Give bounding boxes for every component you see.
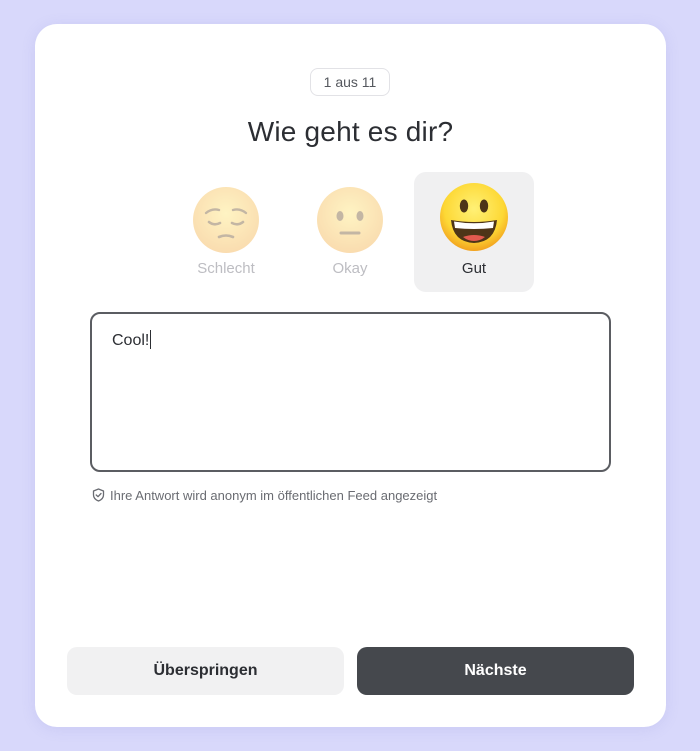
mood-label-schlecht: Schlecht xyxy=(197,260,255,277)
question-title: Wie geht es dir? xyxy=(247,116,454,147)
mood-option-okay[interactable]: Okay xyxy=(290,172,410,292)
mood-label-okay: Okay xyxy=(332,260,368,277)
mood-option-gut[interactable]: Gut xyxy=(414,172,534,292)
skip-button-label: Überspringen xyxy=(153,662,258,679)
anonymity-notice: Ihre Antwort wird anonym im öffentlichen… xyxy=(92,486,437,504)
anonymity-notice-text: Ihre Antwort wird anonym im öffentlichen… xyxy=(110,487,438,503)
mood-selector: Schlecht Okay Gut xyxy=(35,172,666,292)
response-textarea[interactable]: Cool! xyxy=(90,312,611,472)
grinning-face-icon xyxy=(440,183,508,251)
step-counter-text: 1 aus 11 xyxy=(323,74,377,90)
step-counter-badge: 1 aus 11 xyxy=(310,68,390,96)
mood-label-gut: Gut xyxy=(461,260,487,277)
neutral-face-icon xyxy=(317,187,383,253)
mood-option-schlecht[interactable]: Schlecht xyxy=(166,172,286,292)
shield-check-icon xyxy=(92,488,105,502)
next-button-label: Nächste xyxy=(464,662,527,679)
skip-button[interactable]: Überspringen xyxy=(67,647,344,695)
pensive-face-icon xyxy=(193,187,259,253)
response-text: Cool! xyxy=(112,332,150,349)
survey-card: 1 aus 11 Wie geht es dir? Schlecht Okay … xyxy=(35,24,666,727)
next-button[interactable]: Nächste xyxy=(357,647,634,695)
text-caret xyxy=(150,330,152,349)
